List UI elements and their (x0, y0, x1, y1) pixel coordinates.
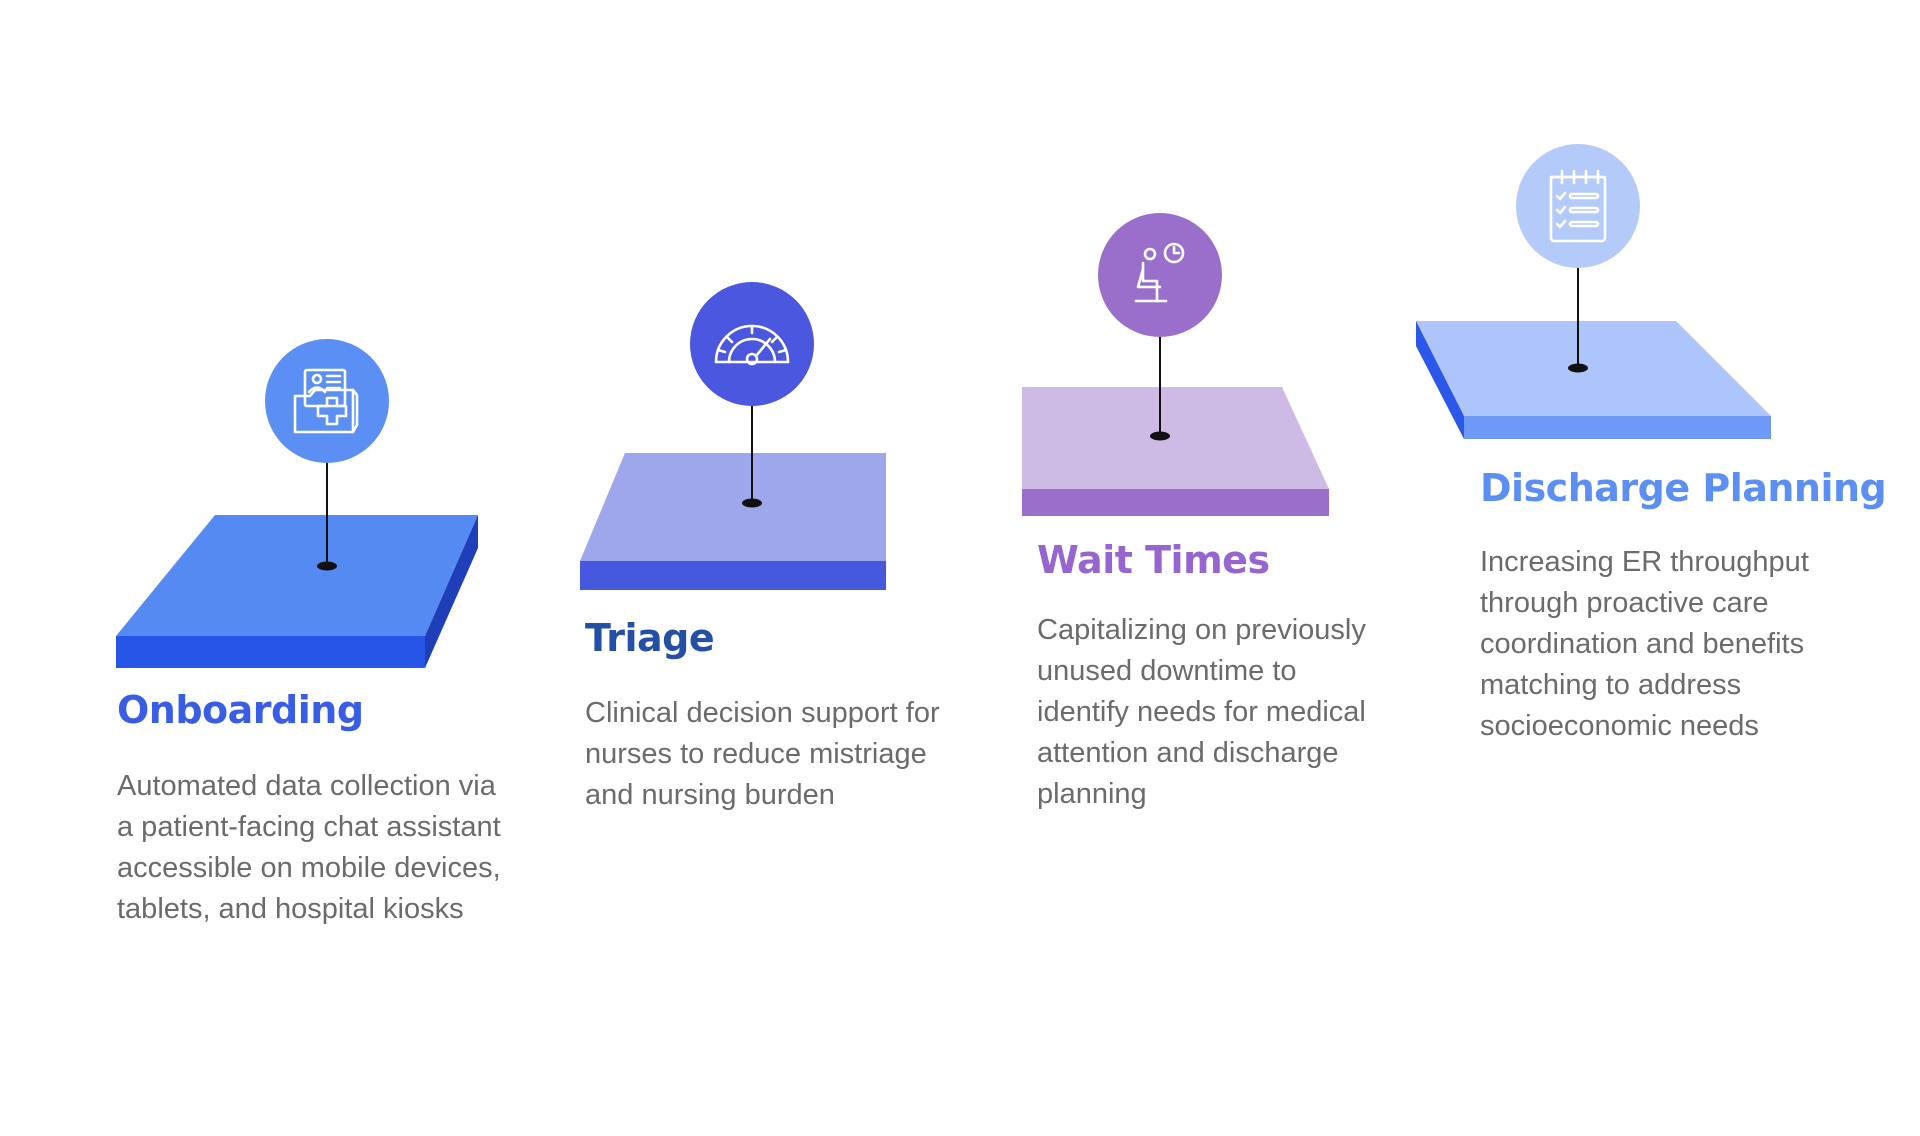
onboarding-description: Automated data collection via a patient-… (117, 766, 501, 930)
onboarding-pin-dot (317, 561, 337, 571)
description-line: tablets, and hospital kiosks (117, 893, 464, 925)
description-line: Capitalizing on previously (1037, 614, 1366, 646)
description-line: Automated data collection via (117, 770, 496, 802)
triage-platform-top (580, 453, 886, 561)
wait-times-pin-dot (1150, 431, 1170, 441)
discharge-pin-dot (1568, 363, 1588, 373)
description-line: coordination and benefits (1480, 628, 1805, 660)
onboarding-platform-front (116, 636, 425, 668)
discharge-platform-front (1464, 416, 1771, 439)
wait-times-platform-front (1022, 489, 1329, 516)
description-line: a patient-facing chat assistant (117, 811, 501, 843)
discharge-planning-title: Discharge Planning (1480, 466, 1887, 510)
wait-times-title: Wait Times (1037, 538, 1270, 582)
triage-description: Clinical decision support for nurses to … (585, 693, 940, 816)
discharge-icon-circle (1516, 144, 1640, 268)
wait-times-platform-top (1022, 387, 1329, 489)
description-line: attention and discharge (1037, 737, 1339, 769)
description-line: Clinical decision support for (585, 697, 940, 729)
description-line: accessible on mobile devices, (117, 852, 501, 884)
triage-title: Triage (585, 616, 715, 660)
description-line: and nursing burden (585, 779, 835, 811)
description-line: through proactive care (1480, 587, 1769, 619)
wait-times-description: Capitalizing on previously unused downti… (1037, 610, 1366, 815)
triage-platform (580, 453, 886, 590)
description-line: nurses to reduce mistriage (585, 738, 927, 770)
triage-icon-circle (690, 282, 814, 406)
description-line: matching to address (1480, 669, 1742, 701)
wait-times-icon-circle (1098, 213, 1222, 337)
workflow-diagram: Onboarding Triage Wait Times Discharge P… (0, 0, 1920, 1136)
description-line: unused downtime to (1037, 655, 1297, 687)
triage-platform-front (580, 561, 886, 590)
discharge-planning-platform (1416, 321, 1771, 439)
wait-times-platform (1022, 387, 1329, 516)
discharge-planning-description: Increasing ER throughput through proacti… (1480, 542, 1809, 747)
onboarding-title: Onboarding (117, 688, 364, 732)
discharge-platform-top (1416, 321, 1771, 416)
description-line: planning (1037, 778, 1147, 810)
description-line: socioeconomic needs (1480, 710, 1759, 742)
description-line: identify needs for medical (1037, 696, 1366, 728)
triage-pin-dot (742, 498, 762, 508)
description-line: Increasing ER throughput (1480, 546, 1809, 578)
onboarding-platform (116, 515, 478, 668)
onboarding-platform-top (116, 515, 478, 636)
